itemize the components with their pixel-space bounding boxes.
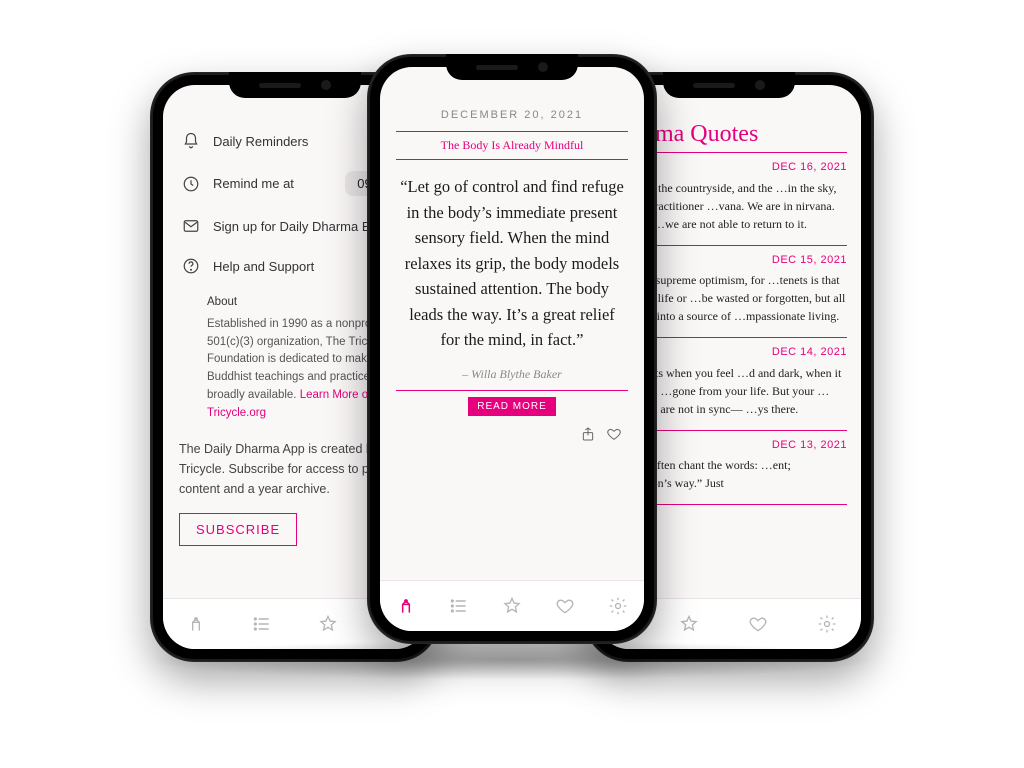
- quote-title: The Body Is Already Mindful: [396, 138, 628, 153]
- list-icon[interactable]: [448, 595, 470, 617]
- remind-at-label: Remind me at: [213, 176, 294, 191]
- subscribe-button[interactable]: SUBSCRIBE: [179, 513, 297, 546]
- read-more-button[interactable]: READ MORE: [468, 397, 556, 416]
- home-icon[interactable]: [185, 613, 207, 635]
- daily-reminders-label: Daily Reminders: [213, 134, 308, 149]
- clock-icon: [181, 174, 201, 194]
- tab-bar: [380, 580, 644, 631]
- help-icon: [181, 256, 201, 276]
- star-icon[interactable]: [317, 613, 339, 635]
- star-icon[interactable]: [678, 613, 700, 635]
- star-icon[interactable]: [501, 595, 523, 617]
- help-label: Help and Support: [213, 259, 314, 274]
- phone-today: DECEMBER 20, 2021 The Body Is Already Mi…: [367, 54, 657, 644]
- notch: [446, 54, 578, 80]
- quote-body: “Let go of control and find refuge in th…: [398, 174, 626, 353]
- notch: [229, 72, 361, 98]
- bell-icon: [181, 131, 201, 151]
- home-icon[interactable]: [395, 595, 417, 617]
- quote-author: – Willa Blythe Baker: [396, 367, 628, 382]
- quote-date: DECEMBER 20, 2021: [396, 109, 628, 121]
- share-icon[interactable]: [580, 426, 596, 442]
- heart-icon[interactable]: [606, 426, 622, 442]
- shadow: [140, 640, 880, 680]
- list-icon[interactable]: [251, 613, 273, 635]
- heart-icon[interactable]: [554, 595, 576, 617]
- notch: [663, 72, 795, 98]
- gear-icon[interactable]: [607, 595, 629, 617]
- gear-icon[interactable]: [816, 613, 838, 635]
- mail-icon: [181, 216, 201, 236]
- heart-icon[interactable]: [747, 613, 769, 635]
